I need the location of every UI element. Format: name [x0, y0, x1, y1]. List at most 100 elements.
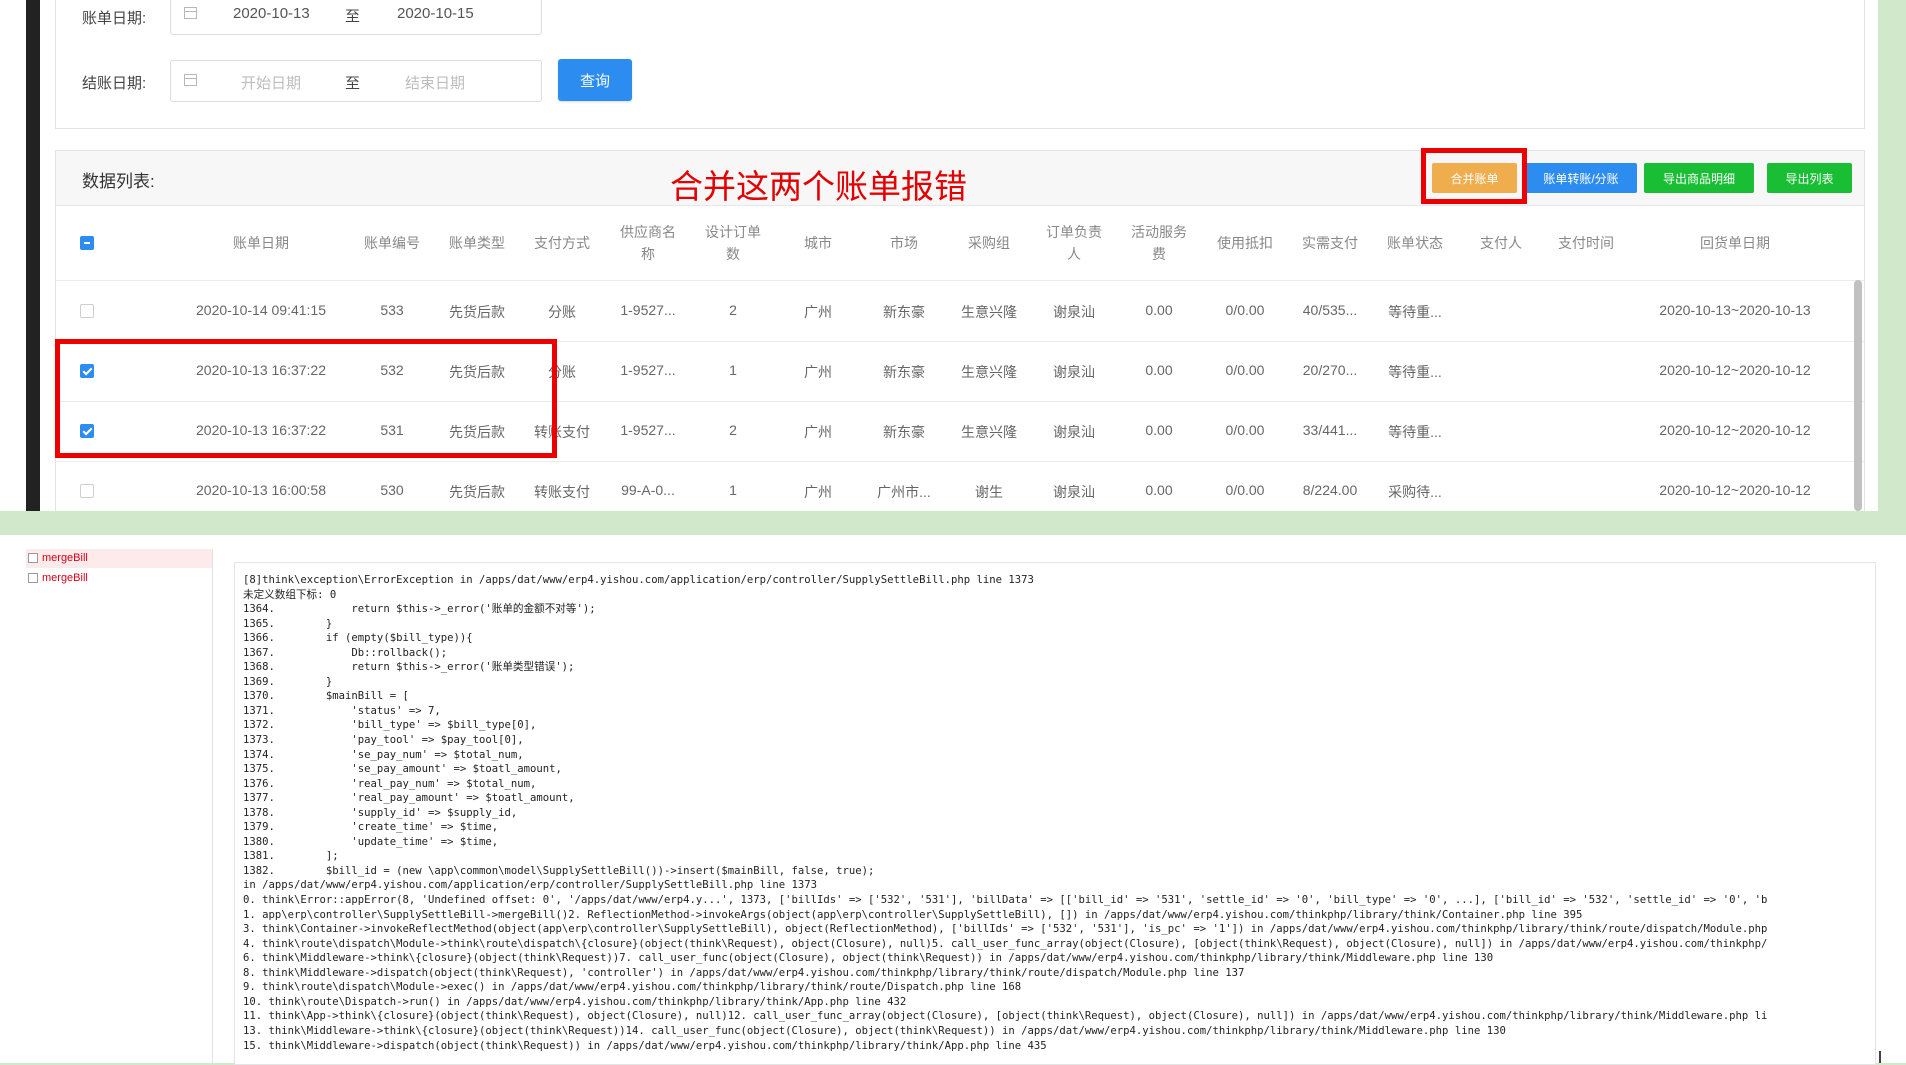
table-cell: 20/270...: [1302, 362, 1358, 378]
data-list-header: 数据列表: 合并这两个账单报错 合并账单 账单转账/分账 导出商品明细 导出列表: [56, 151, 1864, 206]
request-item-label: mergeBill: [42, 552, 88, 564]
table-cell: 生意兴隆: [961, 424, 1017, 440]
error-line: 未定义数组下标: 0: [243, 588, 337, 601]
bill-date-end[interactable]: 2020-10-15: [397, 5, 474, 22]
transfer-split-button[interactable]: 账单转账/分账: [1525, 163, 1637, 193]
column-header-text: 城市: [804, 235, 832, 251]
error-line: 1369. }: [243, 675, 333, 688]
column-header: 订单负责人: [1034, 221, 1114, 265]
column-header-text: 支付时间: [1558, 235, 1614, 251]
table-cell: 新东豪: [883, 364, 925, 380]
left-nav-rail: [26, 0, 40, 511]
column-header-text: 账单状态: [1387, 235, 1443, 251]
table-cell: 等待重...: [1388, 364, 1442, 380]
export-detail-button[interactable]: 导出商品明细: [1644, 163, 1754, 193]
column-header-text: 支付人: [1480, 235, 1522, 251]
error-line: 1367. Db::rollback();: [243, 646, 448, 659]
table-cell: 0.00: [1145, 482, 1173, 498]
settle-end-placeholder[interactable]: 结束日期: [405, 72, 465, 93]
table-scrollbar[interactable]: [1854, 280, 1862, 511]
table-cell: 2020-10-14 09:41:15: [196, 302, 326, 318]
table-cell: 谢泉汕: [1053, 304, 1095, 320]
error-line: 1376. 'real_pay_num' => $total_num,: [243, 777, 537, 790]
table-row[interactable]: 2020-10-14 09:41:15 533 先货后款 分账 1-9527... 2 广州…: [56, 281, 1864, 342]
table-cell: 广州市...: [877, 484, 931, 500]
table-cell: 分账: [548, 304, 576, 320]
table-cell: 2: [729, 422, 737, 438]
column-header-text: 使用抵扣: [1217, 235, 1273, 251]
export-list-button[interactable]: 导出列表: [1767, 163, 1852, 193]
error-line: 1370. $mainBill = [: [243, 690, 409, 703]
error-line: 1381. ];: [243, 850, 339, 863]
table-row[interactable]: 2020-10-13 16:00:58 530 先货后款 转账支付 99-A-0... 1…: [56, 461, 1864, 511]
table-cell: 1-9527...: [620, 362, 676, 378]
column-header: 市场: [864, 232, 944, 254]
column-header-text: 支付方式: [534, 235, 590, 251]
column-header-text: 市场: [890, 235, 918, 251]
error-line: 1373. 'pay_tool' => $pay_tool[0],: [243, 734, 524, 747]
settle-date-label: 结账日期:: [82, 75, 147, 92]
error-line: 6. think\Middleware->think\{closure}(obj…: [243, 952, 1494, 965]
bill-date-start[interactable]: 2020-10-13: [233, 5, 310, 22]
column-header-text: 采购组: [968, 235, 1010, 251]
column-header-text: 回货单日期: [1700, 235, 1770, 251]
checkbox-icon[interactable]: [28, 573, 38, 583]
range-separator: 至: [345, 8, 361, 25]
table-cell: 新东豪: [883, 424, 925, 440]
table-cell: 2020-10-12~2020-10-12: [1659, 422, 1811, 438]
error-line: 1377. 'real_pay_amount' => $toatl_amount…: [243, 792, 575, 805]
column-header-text: 数: [726, 246, 740, 262]
error-line: 8. think\Middleware->dispatch(object(thi…: [243, 966, 1245, 979]
column-header: 供应商名称: [608, 221, 688, 265]
row-checkbox[interactable]: [80, 484, 94, 498]
calendar-icon: [184, 74, 197, 86]
error-line: 1378. 'supply_id' => $supply_id,: [243, 806, 518, 819]
bill-date-label: 账单日期:: [82, 10, 147, 27]
error-line: 1375. 'se_pay_amount' => $toatl_amount,: [243, 763, 562, 776]
error-line: 4. think\route\dispatch\Module->think\ro…: [243, 937, 1768, 950]
select-all-checkbox[interactable]: [80, 236, 94, 250]
row-checkbox[interactable]: [80, 304, 94, 318]
request-item-mergebill[interactable]: mergeBill: [26, 549, 212, 568]
column-header-text: 费: [1152, 246, 1166, 262]
error-line: 1364. return $this->_error('账单的金额不对等');: [243, 603, 596, 616]
table-cell: 2020-10-12~2020-10-12: [1659, 482, 1811, 498]
annotation-text: 合并这两个账单报错: [670, 168, 967, 205]
column-header: 实需支付: [1290, 232, 1370, 254]
debug-panel: mergeBill mergeBill [8]think\exception\E…: [0, 535, 1906, 1065]
table-cell: 谢泉汕: [1053, 364, 1095, 380]
table-cell: 2020-10-13 16:00:58: [196, 482, 326, 498]
table-cell: 2: [729, 302, 737, 318]
column-header: 账单日期: [186, 232, 336, 254]
settle-date-range-picker[interactable]: 开始日期 至 结束日期: [170, 60, 542, 102]
error-line: [8]think\exception\ErrorException in /ap…: [243, 574, 1034, 586]
column-header: 账单类型: [437, 232, 517, 254]
filter-card: 账单日期: 2020-10-13 至 2020-10-15 结账日期: 开始日期…: [55, 0, 1865, 129]
table-cell: 生意兴隆: [961, 364, 1017, 380]
column-header: 采购组: [949, 232, 1029, 254]
query-button[interactable]: 查询: [558, 59, 632, 101]
error-line: 1366. if (empty($bill_type)){: [243, 632, 473, 645]
table-cell: 0/0.00: [1225, 482, 1265, 498]
table-cell: 谢生: [975, 484, 1003, 500]
column-header: 回货单日期: [1645, 232, 1825, 254]
column-header-text: 称: [641, 246, 655, 262]
error-line: 1382. $bill_id = (new \app\common\model\…: [243, 864, 875, 877]
settle-start-placeholder[interactable]: 开始日期: [241, 72, 301, 93]
column-header: 账单状态: [1375, 232, 1455, 254]
checkbox-icon[interactable]: [28, 553, 38, 563]
column-header: 支付人: [1461, 232, 1541, 254]
table-cell: 先货后款: [449, 304, 505, 320]
column-header: 设计订单数: [693, 221, 773, 265]
table-header-row: 账单日期 账单编号 账单类型 支付方式 供应商名称设计订单数城市 市场 采购组 订单负责人活动…: [56, 206, 1864, 281]
column-header-text: 实需支付: [1302, 235, 1358, 251]
table-cell: 采购待...: [1388, 484, 1442, 500]
table-cell: 0/0.00: [1225, 302, 1265, 318]
table-cell: 533: [380, 302, 404, 318]
request-item-label: mergeBill: [42, 572, 88, 584]
table-cell: 0/0.00: [1225, 422, 1265, 438]
column-header: 账单编号: [352, 232, 432, 254]
table-cell: 1: [729, 482, 737, 498]
bill-date-range-picker[interactable]: 2020-10-13 至 2020-10-15: [170, 0, 542, 35]
request-item-mergebill[interactable]: mergeBill: [26, 569, 212, 588]
